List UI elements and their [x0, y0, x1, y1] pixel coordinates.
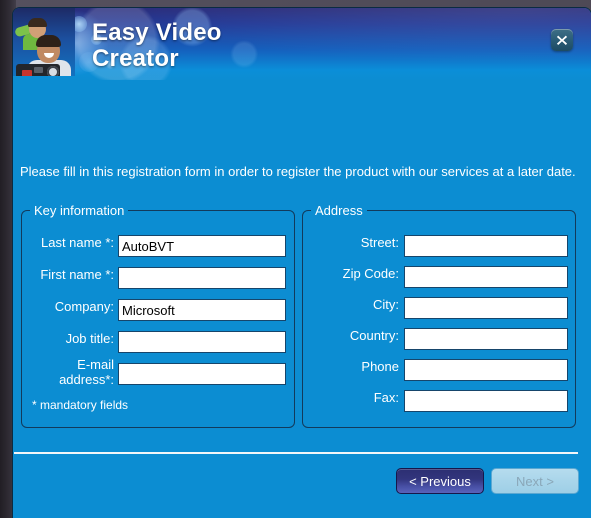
label-zip-code: Zip Code:: [342, 266, 399, 281]
label-phone: Phone: [361, 359, 399, 374]
registration-dialog-window: Easy Video Creator Please fill in this r…: [13, 8, 591, 518]
input-first-name[interactable]: [118, 267, 286, 289]
field-row: Country:: [303, 328, 399, 350]
input-email-address[interactable]: [118, 363, 286, 385]
input-job-title[interactable]: [118, 331, 286, 353]
page-title: Easy Video Creator: [92, 19, 222, 72]
field-row: Job title:: [22, 331, 114, 353]
field-row: Last name *:: [22, 235, 114, 257]
groupbox-key-information: Key information Last name *: First name …: [21, 203, 295, 428]
label-fax: Fax:: [373, 390, 399, 405]
input-last-name[interactable]: [118, 235, 286, 257]
close-button[interactable]: [551, 29, 573, 51]
field-row: Street:: [303, 235, 399, 257]
field-row: First name *:: [22, 267, 114, 289]
camcorder-grip: [34, 67, 43, 73]
app-header-banner: Easy Video Creator: [13, 8, 591, 80]
label-first-name: First name *:: [40, 267, 114, 282]
intro-instruction-text: Please fill in this registration form in…: [20, 164, 576, 179]
next-button[interactable]: Next >: [491, 468, 579, 494]
field-row: E-mail address*:: [22, 357, 114, 391]
input-country[interactable]: [404, 328, 568, 350]
label-city: City:: [373, 297, 399, 312]
field-row: Zip Code:: [303, 266, 399, 288]
input-city[interactable]: [404, 297, 568, 319]
label-company: Company:: [54, 299, 114, 314]
dialog-content: Please fill in this registration form in…: [13, 80, 591, 518]
field-row: Phone: [303, 359, 399, 381]
label-street: Street:: [360, 235, 399, 250]
label-country: Country:: [349, 328, 399, 343]
mandatory-fields-note: * mandatory fields: [32, 398, 129, 412]
input-fax[interactable]: [404, 390, 568, 412]
label-job-title: Job title:: [65, 331, 114, 346]
input-company[interactable]: [118, 299, 286, 321]
input-phone[interactable]: [404, 359, 568, 381]
input-zip-code[interactable]: [404, 266, 568, 288]
field-row: City:: [303, 297, 399, 319]
child-hair: [28, 18, 47, 27]
close-icon: [556, 35, 568, 45]
man-hair: [36, 35, 61, 47]
camcorder-label: [22, 70, 32, 76]
groupbox-address: Address Street: Zip Code: City: Country:…: [302, 203, 576, 428]
field-row: Company:: [22, 299, 114, 321]
footer-divider: [14, 452, 578, 454]
product-logo-photo: [13, 8, 75, 76]
previous-button[interactable]: < Previous: [396, 468, 484, 494]
groupbox-legend-address: Address: [311, 203, 367, 218]
label-last-name: Last name *:: [41, 235, 114, 250]
input-street[interactable]: [404, 235, 568, 257]
label-email-address: E-mail address*:: [59, 357, 114, 387]
field-row: Fax:: [303, 390, 399, 412]
groupbox-legend-key-information: Key information: [30, 203, 129, 218]
camcorder-lens: [47, 66, 59, 76]
